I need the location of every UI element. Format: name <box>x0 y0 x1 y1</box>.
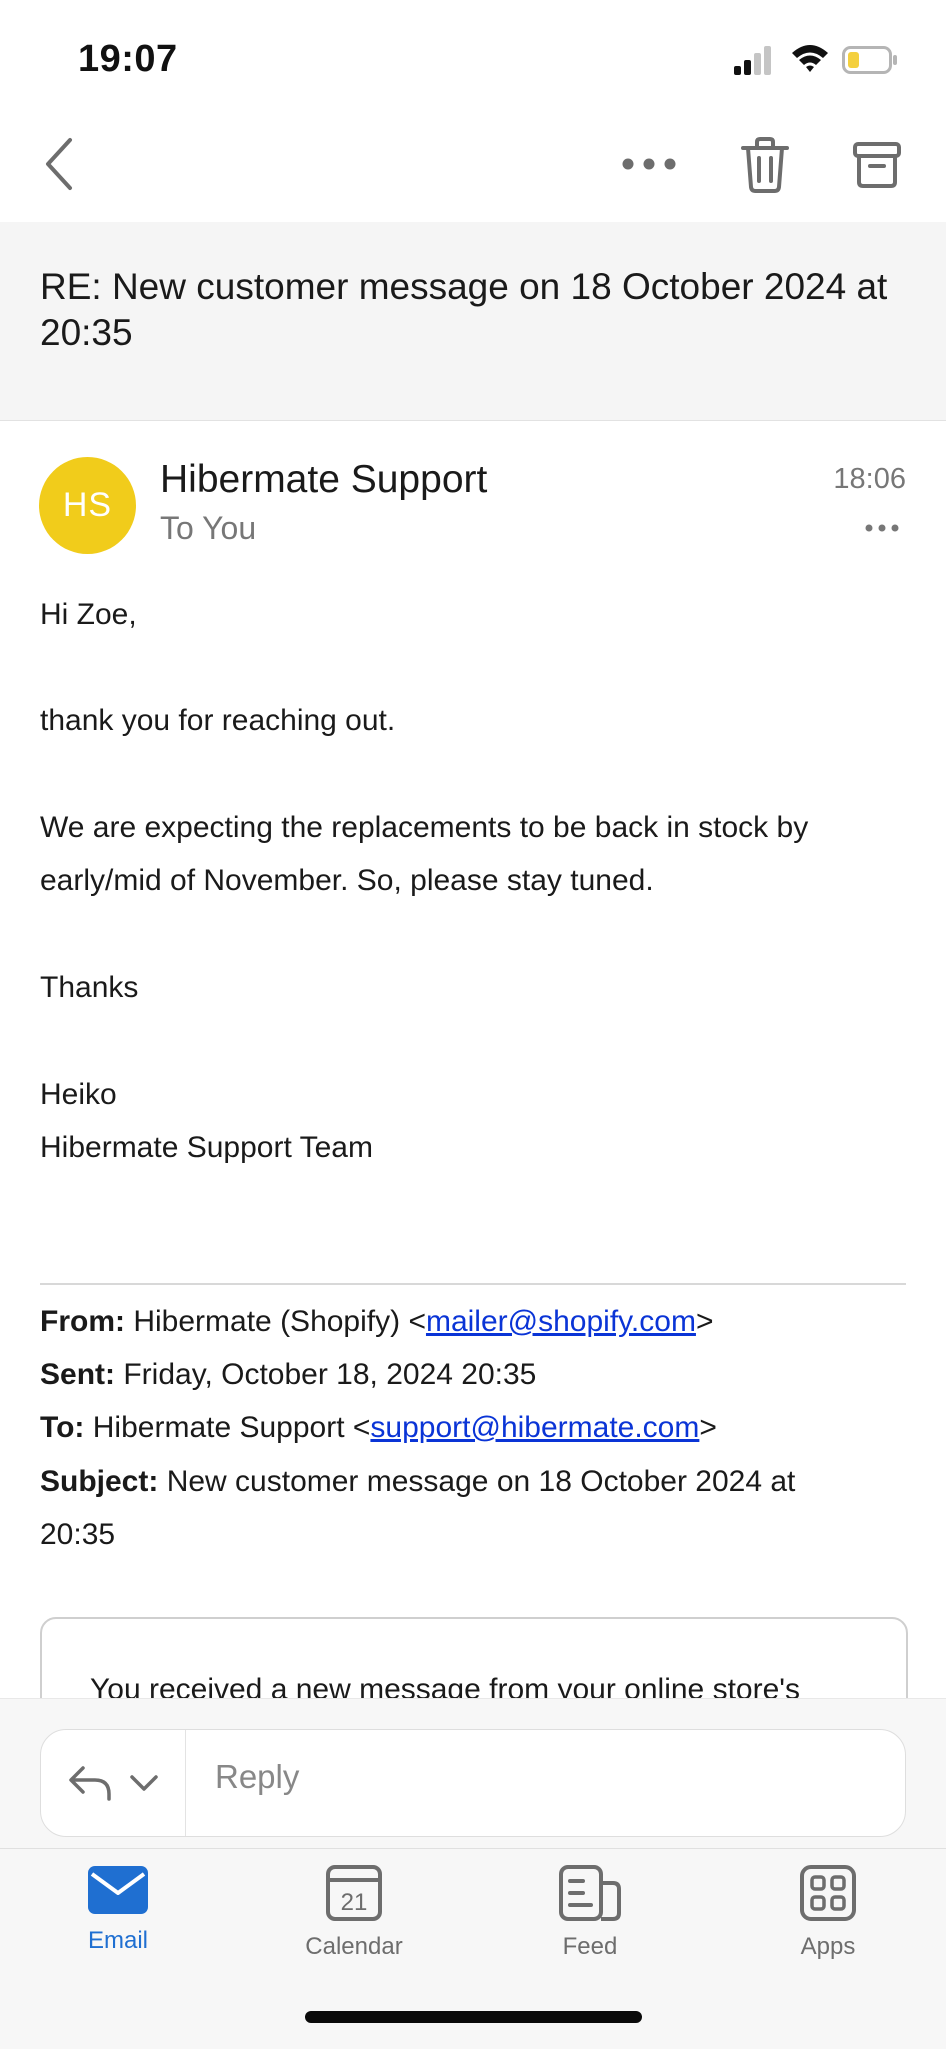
to-email-link[interactable]: support@hibermate.com <box>370 1411 699 1444</box>
reply-input[interactable]: Reply <box>215 1758 299 1796</box>
wifi-icon <box>792 45 828 72</box>
signature-name: Heiko <box>40 1078 117 1111</box>
apps-icon <box>800 1865 856 1921</box>
archive-icon <box>853 142 901 188</box>
delete-button[interactable] <box>730 132 800 198</box>
tab-email[interactable]: Email <box>28 1865 208 1985</box>
message-more-icon[interactable] <box>864 512 900 544</box>
feed-icon <box>559 1865 621 1921</box>
subject-value: New customer message on 18 October 2024 … <box>166 1465 796 1498</box>
from-label: From: <box>40 1305 125 1338</box>
sender-avatar[interactable]: HS <box>39 457 136 554</box>
body-greeting: Hi Zoe, <box>40 598 137 631</box>
body-text: We are expecting the replacements to be … <box>40 811 809 844</box>
to-label: To: <box>40 1411 85 1444</box>
trash-icon <box>741 137 789 193</box>
home-indicator <box>305 2011 642 2023</box>
recipient-line[interactable]: To You <box>160 510 256 547</box>
sender-name[interactable]: Hibermate Support <box>160 458 487 502</box>
tab-calendar[interactable]: 21 Calendar <box>264 1865 444 1985</box>
message-time: 18:06 <box>833 463 906 495</box>
to-close: > <box>699 1411 717 1444</box>
battery-icon <box>842 46 897 74</box>
status-time: 19:07 <box>78 38 178 80</box>
quoted-subject-continuation: 20:35 <box>40 1518 116 1551</box>
signal-icon <box>734 46 771 75</box>
calendar-day: 21 <box>341 1889 368 1916</box>
quoted-sent-line: Sent: Friday, October 18, 2024 20:35 <box>40 1358 536 1392</box>
body-text: Thanks <box>40 971 139 1004</box>
more-icon <box>622 158 676 170</box>
sent-value: Friday, October 18, 2024 20:35 <box>123 1358 537 1391</box>
tab-feed-label: Feed <box>562 1933 618 1960</box>
back-icon <box>46 138 72 190</box>
signature-team: Hibermate Support Team <box>40 1131 373 1164</box>
subject-label: Subject: <box>40 1465 159 1498</box>
reply-box: Reply <box>40 1729 906 1837</box>
from-name: Hibermate (Shopify) < <box>133 1305 426 1338</box>
reply-options-button[interactable] <box>41 1730 186 1836</box>
from-email-link[interactable]: mailer@shopify.com <box>426 1305 696 1338</box>
from-close: > <box>695 1305 714 1338</box>
more-options-button[interactable] <box>614 134 684 194</box>
quote-divider <box>40 1283 906 1285</box>
email-icon <box>88 1866 148 1914</box>
message-toolbar <box>0 110 946 223</box>
body-text: early/mid of November. So, please stay t… <box>40 864 654 897</box>
body-text: thank you for reaching out. <box>40 704 396 737</box>
quoted-to-line: To: Hibermate Support <support@hibermate… <box>40 1411 717 1445</box>
tab-apps[interactable]: Apps <box>738 1865 918 1985</box>
to-name: Hibermate Support < <box>92 1411 371 1444</box>
calendar-icon: 21 <box>326 1865 382 1921</box>
back-button[interactable] <box>30 134 90 194</box>
archive-button[interactable] <box>842 132 912 198</box>
subject-header: RE: New customer message on 18 October 2… <box>0 222 946 421</box>
quoted-subject-line: Subject: New customer message on 18 Octo… <box>40 1465 795 1499</box>
reply-icon <box>69 1766 111 1801</box>
tab-apps-label: Apps <box>800 1933 856 1960</box>
quoted-from-line: From: Hibermate (Shopify) <mailer@shopif… <box>40 1305 713 1339</box>
status-bar: 19:07 <box>0 0 946 110</box>
email-subject: RE: New customer message on 18 October 2… <box>40 266 888 353</box>
tab-calendar-label: Calendar <box>305 1933 403 1960</box>
chevron-down-icon <box>130 1775 158 1791</box>
reply-bar: Reply <box>0 1698 946 1849</box>
sent-label: Sent: <box>40 1358 115 1391</box>
tab-email-label: Email <box>87 1927 148 1954</box>
tab-feed[interactable]: Feed <box>500 1865 680 1985</box>
